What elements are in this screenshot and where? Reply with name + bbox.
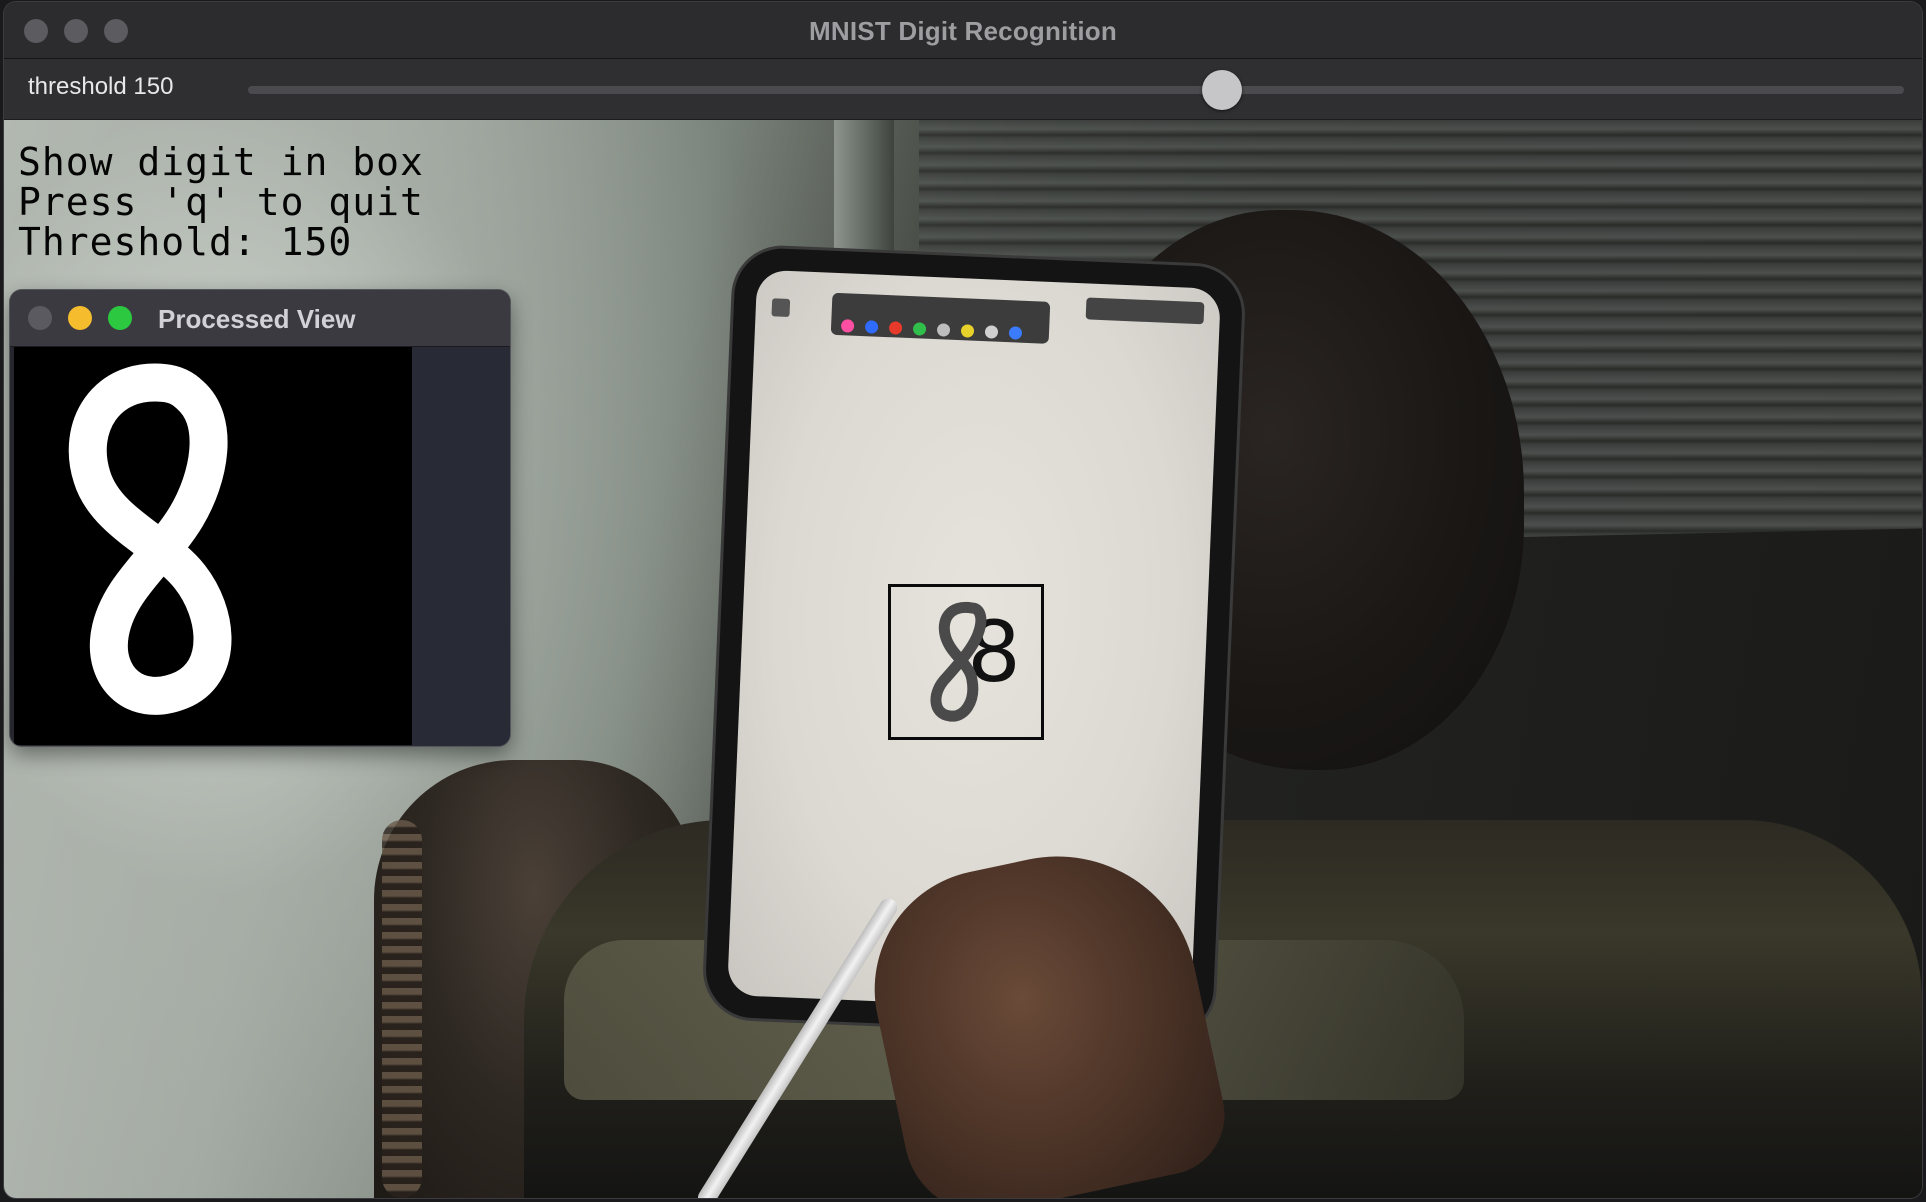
tablet-color-swatch xyxy=(936,323,951,337)
processed-view-title: Processed View xyxy=(158,304,356,334)
processed-close-button[interactable] xyxy=(28,306,52,330)
tablet-color-swatch xyxy=(912,322,927,336)
tablet-color-swatch xyxy=(1008,326,1023,340)
trackbar-panel: threshold 150 xyxy=(4,59,1922,120)
tablet-color-swatch xyxy=(840,319,855,333)
tablet-color-swatch xyxy=(888,321,903,335)
threshold-slider-thumb[interactable] xyxy=(1202,70,1243,110)
main-window: MNIST Digit Recognition threshold 150 8 xyxy=(4,2,1922,1198)
overlay-line-quit-hint: Press 'q' to quit xyxy=(18,180,424,224)
tablet-color-swatch xyxy=(984,325,999,339)
tablet-back-icon xyxy=(771,298,791,317)
tablet-color-swatch xyxy=(864,320,879,334)
title-bar: MNIST Digit Recognition xyxy=(4,2,1922,59)
trackbar-label: threshold 150 xyxy=(28,73,174,100)
processed-view-title-bar: Processed View xyxy=(10,290,510,347)
processed-view-window: Processed View xyxy=(10,290,510,746)
processed-digit-canvas xyxy=(14,347,412,745)
handwritten-digit-drawing xyxy=(930,601,987,722)
processed-minimize-button[interactable] xyxy=(68,306,92,330)
overlay-line-threshold: Threshold: 150 xyxy=(18,220,353,264)
processed-view-empty-area xyxy=(412,347,510,746)
chair-studs xyxy=(382,820,422,1198)
tablet-color-swatch xyxy=(960,324,975,338)
processed-zoom-button[interactable] xyxy=(108,306,132,330)
overlay-line-instruction: Show digit in box xyxy=(18,140,424,184)
processed-digit-image xyxy=(68,363,232,715)
tablet-drawing-toolbar xyxy=(830,292,1051,344)
tablet-undo-toolbar xyxy=(1085,297,1205,325)
window-title: MNIST Digit Recognition xyxy=(809,16,1117,46)
threshold-slider-track[interactable] xyxy=(248,70,1904,110)
